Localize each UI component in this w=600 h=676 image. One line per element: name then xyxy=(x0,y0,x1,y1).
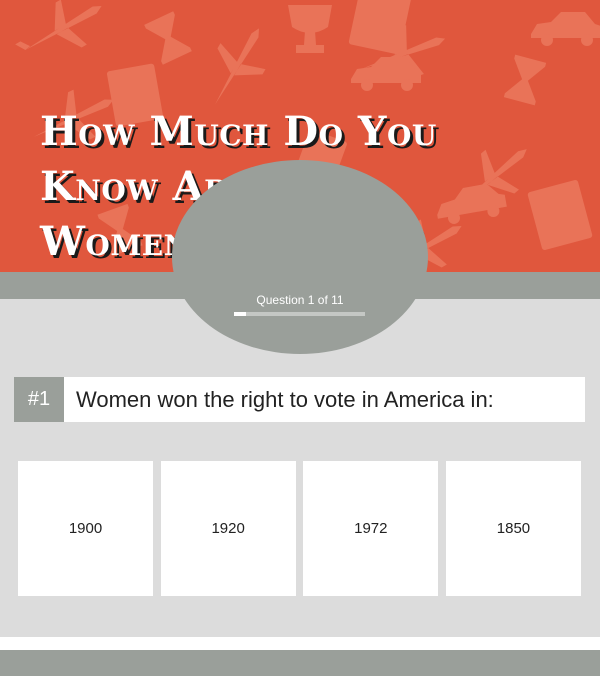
progress-bar-fill xyxy=(234,312,246,316)
airplane-icon xyxy=(15,0,102,50)
progress-label: Question 1 of 11 xyxy=(256,293,344,307)
progress-bar xyxy=(234,312,365,316)
car-icon xyxy=(531,12,600,46)
question-box: #1 Women won the right to vote in Americ… xyxy=(14,377,585,422)
trophy-icon xyxy=(288,5,332,53)
answer-option[interactable]: 1972 xyxy=(303,461,439,596)
question-number: #1 xyxy=(14,377,64,422)
answer-options: 1900 1920 1972 1850 xyxy=(18,461,581,596)
hourglass-icon xyxy=(503,54,547,106)
hourglass-icon xyxy=(144,11,192,65)
airplane-icon xyxy=(215,28,266,105)
answer-option[interactable]: 1920 xyxy=(160,461,296,596)
footer-divider xyxy=(0,637,600,650)
answer-option[interactable]: 1900 xyxy=(18,461,153,596)
title-line: How Much Do You xyxy=(40,108,437,155)
footer-bar xyxy=(0,650,600,676)
answer-option[interactable]: 1850 xyxy=(445,461,581,596)
progress-dome xyxy=(172,160,428,354)
question-text: Women won the right to vote in America i… xyxy=(76,386,494,412)
